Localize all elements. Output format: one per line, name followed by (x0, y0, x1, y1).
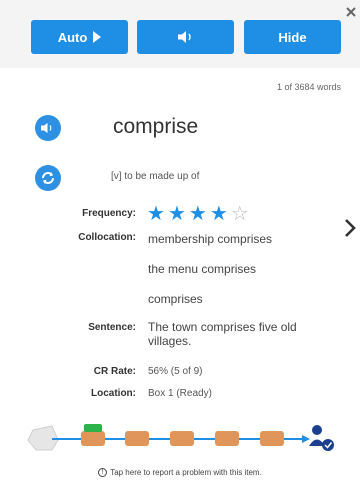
frequency-stars: ★ ★ ★ ★ ☆ (147, 204, 249, 224)
speaker-icon (177, 31, 191, 43)
report-text: Tap here to report a problem with this i… (110, 468, 262, 477)
refresh-icon[interactable] (35, 165, 61, 191)
report-link[interactable]: ! Tap here to report a problem with this … (0, 468, 360, 478)
hide-label: Hide (278, 29, 307, 45)
definition: [v] to be made up of (111, 171, 200, 182)
cr-rate-label: CR Rate: (93, 366, 136, 377)
sound-button[interactable] (137, 20, 234, 54)
collocation-item: membership comprises (148, 232, 273, 246)
collocation-item: comprises (148, 292, 203, 306)
speaker-circle-icon[interactable] (35, 115, 61, 141)
star-empty-icon: ☆ (230, 203, 249, 225)
auto-button[interactable]: Auto (31, 20, 128, 54)
frequency-label: Frequency: (82, 208, 136, 219)
box-slot (260, 431, 284, 446)
collocation-label: Collocation: (78, 232, 136, 243)
close-icon[interactable] (345, 6, 357, 18)
box-current (81, 431, 105, 446)
toolbar: Auto Hide (0, 0, 360, 68)
sentence-line: The town comprises five old (148, 320, 297, 334)
info-icon: ! (98, 468, 108, 478)
collocation-item: the menu comprises (148, 262, 257, 276)
play-icon (93, 31, 102, 43)
word-count: 1 of 3684 words (276, 82, 341, 92)
cr-rate-value: 56% (5 of 9) (148, 366, 203, 377)
arrow-head-icon (302, 435, 310, 443)
box-slot (215, 431, 239, 446)
star-filled-icon: ★ (147, 203, 165, 225)
location-value: Box 1 (Ready) (148, 388, 212, 399)
box-slot (170, 431, 194, 446)
star-filled-icon: ★ (167, 203, 186, 225)
word-title: comprise (113, 115, 199, 138)
star-filled-icon: ★ (209, 203, 228, 225)
chevron-right-icon[interactable] (343, 218, 357, 238)
auto-label: Auto (57, 29, 88, 45)
sentence-label: Sentence: (88, 322, 136, 333)
sentence-line: villages. (148, 334, 192, 348)
star-filled-icon: ★ (188, 203, 207, 225)
box-current-indicator (84, 424, 102, 432)
person-check-icon (309, 425, 334, 451)
box-slot (125, 431, 149, 446)
box-progress (27, 424, 334, 451)
location-label: Location: (91, 388, 136, 399)
hide-button[interactable]: Hide (244, 20, 341, 54)
